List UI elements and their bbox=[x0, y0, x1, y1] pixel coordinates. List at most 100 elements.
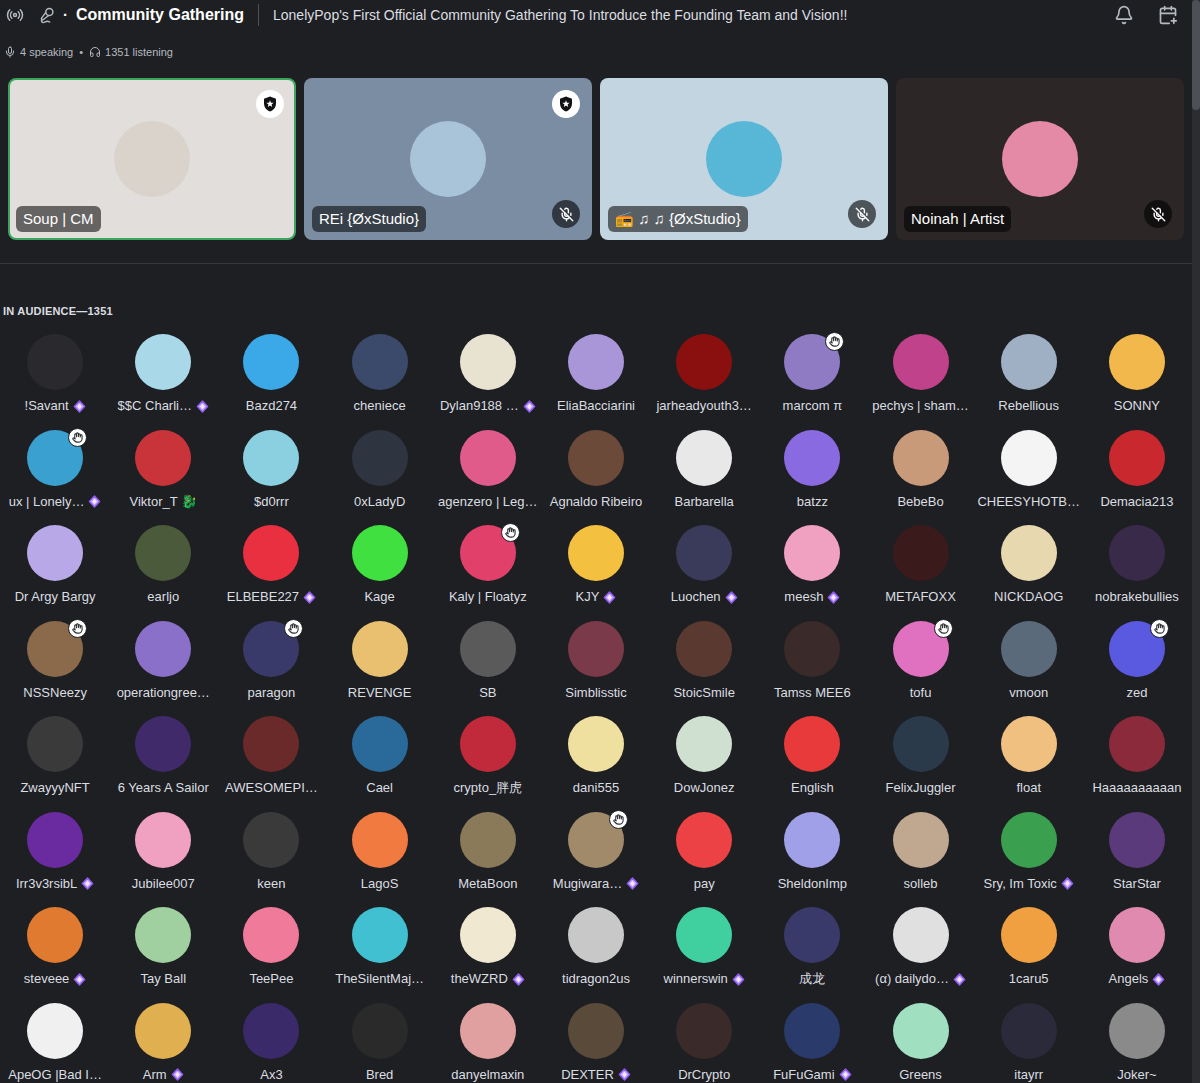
audience-member[interactable]: winnerswin bbox=[650, 907, 758, 987]
audience-member[interactable]: NSSNeezy bbox=[1, 621, 109, 701]
audience-member[interactable]: marcom π bbox=[758, 334, 866, 414]
audience-member[interactable]: steveee bbox=[1, 907, 109, 987]
speaker-tile[interactable]: 📻 ♫ ♫ {ØxStudio} bbox=[600, 78, 888, 240]
audience-member[interactable]: MetaBoon bbox=[434, 812, 542, 892]
audience-member[interactable]: Cael bbox=[326, 716, 434, 796]
audience-member[interactable]: FelixJuggler bbox=[866, 716, 974, 796]
member-avatar bbox=[893, 525, 949, 581]
audience-member[interactable]: TheSilentMaj… bbox=[326, 907, 434, 987]
audience-member[interactable]: StoicSmile bbox=[650, 621, 758, 701]
member-name: REVENGE bbox=[348, 685, 412, 701]
audience-member[interactable]: Demacia213 bbox=[1083, 430, 1191, 510]
audience-member[interactable]: pechys | sham… bbox=[866, 334, 974, 414]
audience-member[interactable]: FuFuGami bbox=[758, 1003, 866, 1083]
audience-member[interactable]: SheldonImp bbox=[758, 812, 866, 892]
audience-member[interactable]: cheniece bbox=[326, 334, 434, 414]
audience-member[interactable]: vmoon bbox=[975, 621, 1083, 701]
audience-member[interactable]: Rebellious bbox=[975, 334, 1083, 414]
scrollbar[interactable] bbox=[1192, 0, 1200, 1083]
audience-member[interactable]: Dylan9188 … bbox=[434, 334, 542, 414]
speaker-avatar bbox=[410, 121, 486, 197]
audience-member[interactable]: TeePee bbox=[217, 907, 325, 987]
audience-member[interactable]: earljo bbox=[109, 525, 217, 605]
audience-member[interactable]: Tamss MEE6 bbox=[758, 621, 866, 701]
audience-member[interactable]: meesh bbox=[758, 525, 866, 605]
audience-member[interactable]: 1caru5 bbox=[975, 907, 1083, 987]
audience-member[interactable]: SONNY bbox=[1083, 334, 1191, 414]
audience-member[interactable]: BebeBo bbox=[866, 430, 974, 510]
audience-member[interactable]: SB bbox=[434, 621, 542, 701]
audience-member[interactable]: KJY bbox=[542, 525, 650, 605]
audience-member[interactable]: operationgree… bbox=[109, 621, 217, 701]
audience-member[interactable]: Sry, Im Toxic bbox=[975, 812, 1083, 892]
audience-member[interactable]: float bbox=[975, 716, 1083, 796]
audience-member[interactable]: agenzero | Leg… bbox=[434, 430, 542, 510]
bell-icon[interactable] bbox=[1114, 5, 1134, 25]
audience-member[interactable]: jarheadyouth3… bbox=[650, 334, 758, 414]
speaker-tile[interactable]: REi {ØxStudio} bbox=[304, 78, 592, 240]
audience-member[interactable]: tidragon2us bbox=[542, 907, 650, 987]
audience-member[interactable]: $d0rrr bbox=[217, 430, 325, 510]
audience-member[interactable]: DEXTER bbox=[542, 1003, 650, 1083]
audience-member[interactable]: itayrr bbox=[975, 1003, 1083, 1083]
audience-member[interactable]: DowJonez bbox=[650, 716, 758, 796]
audience-member[interactable]: Angels bbox=[1083, 907, 1191, 987]
audience-member[interactable]: ux | Lonely… bbox=[1, 430, 109, 510]
audience-member[interactable]: pay bbox=[650, 812, 758, 892]
audience-member[interactable]: zed bbox=[1083, 621, 1191, 701]
audience-member[interactable]: Jubilee007 bbox=[109, 812, 217, 892]
member-name: Cael bbox=[366, 780, 393, 796]
audience-member[interactable]: $$C Charli… bbox=[109, 334, 217, 414]
audience-member[interactable]: paragon bbox=[217, 621, 325, 701]
audience-member[interactable]: LagoS bbox=[326, 812, 434, 892]
audience-member[interactable]: Kaly | Floatyz bbox=[434, 525, 542, 605]
speaker-tile[interactable]: Noinah | Artist bbox=[896, 78, 1184, 240]
audience-member[interactable]: NICKDAOG bbox=[975, 525, 1083, 605]
audience-member[interactable]: Bazd274 bbox=[217, 334, 325, 414]
audience-member[interactable]: EliaBacciarini bbox=[542, 334, 650, 414]
audience-member[interactable]: Mugiwara… bbox=[542, 812, 650, 892]
audience-member[interactable]: Tay Ball bbox=[109, 907, 217, 987]
audience-member[interactable]: REVENGE bbox=[326, 621, 434, 701]
audience-member[interactable]: English bbox=[758, 716, 866, 796]
audience-member[interactable]: 0xLadyD bbox=[326, 430, 434, 510]
audience-member[interactable]: Kage bbox=[326, 525, 434, 605]
audience-member[interactable]: ApeOG |Bad I… bbox=[1, 1003, 109, 1083]
audience-member[interactable]: ZwayyyNFT bbox=[1, 716, 109, 796]
audience-member[interactable]: Agnaldo Ribeiro bbox=[542, 430, 650, 510]
audience-member[interactable]: METAFOXX bbox=[866, 525, 974, 605]
event-icon[interactable] bbox=[1158, 5, 1178, 25]
audience-member[interactable]: DrCrypto bbox=[650, 1003, 758, 1083]
audience-member[interactable]: Arm bbox=[109, 1003, 217, 1083]
audience-member[interactable]: Dr Argy Bargy bbox=[1, 525, 109, 605]
audience-member[interactable]: Joker~ bbox=[1083, 1003, 1191, 1083]
audience-member[interactable]: !Savant bbox=[1, 334, 109, 414]
audience-member[interactable]: Simblisstic bbox=[542, 621, 650, 701]
audience-member[interactable]: tofu bbox=[866, 621, 974, 701]
audience-member[interactable]: Haaaaaaaaaan bbox=[1083, 716, 1191, 796]
audience-member[interactable]: danyelmaxin bbox=[434, 1003, 542, 1083]
audience-member[interactable]: Barbarella bbox=[650, 430, 758, 510]
audience-member[interactable]: dani555 bbox=[542, 716, 650, 796]
audience-member[interactable]: 6 Years A Sailor bbox=[109, 716, 217, 796]
scrollbar-thumb[interactable] bbox=[1192, 0, 1200, 110]
audience-member[interactable]: ELBEBE227 bbox=[217, 525, 325, 605]
audience-member[interactable]: (α) dailydo… bbox=[866, 907, 974, 987]
audience-member[interactable]: Irr3v3rsibL bbox=[1, 812, 109, 892]
audience-member[interactable]: keen bbox=[217, 812, 325, 892]
audience-member[interactable]: solleb bbox=[866, 812, 974, 892]
audience-member[interactable]: nobrakebullies bbox=[1083, 525, 1191, 605]
audience-member[interactable]: Ax3 bbox=[217, 1003, 325, 1083]
audience-member[interactable]: StarStar bbox=[1083, 812, 1191, 892]
speaker-tile[interactable]: Soup | CM bbox=[8, 78, 296, 240]
audience-member[interactable]: crypto_胖虎 bbox=[434, 716, 542, 796]
audience-member[interactable]: theWZRD bbox=[434, 907, 542, 987]
audience-member[interactable]: 成龙 bbox=[758, 907, 866, 987]
audience-member[interactable]: Bred bbox=[326, 1003, 434, 1083]
audience-member[interactable]: Greens bbox=[866, 1003, 974, 1083]
audience-member[interactable]: CHEESYHOTB… bbox=[975, 430, 1083, 510]
audience-member[interactable]: Luochen bbox=[650, 525, 758, 605]
audience-member[interactable]: Viktor_T 🐉 bbox=[109, 430, 217, 510]
audience-member[interactable]: AWESOMEPI… bbox=[217, 716, 325, 796]
audience-member[interactable]: batzz bbox=[758, 430, 866, 510]
